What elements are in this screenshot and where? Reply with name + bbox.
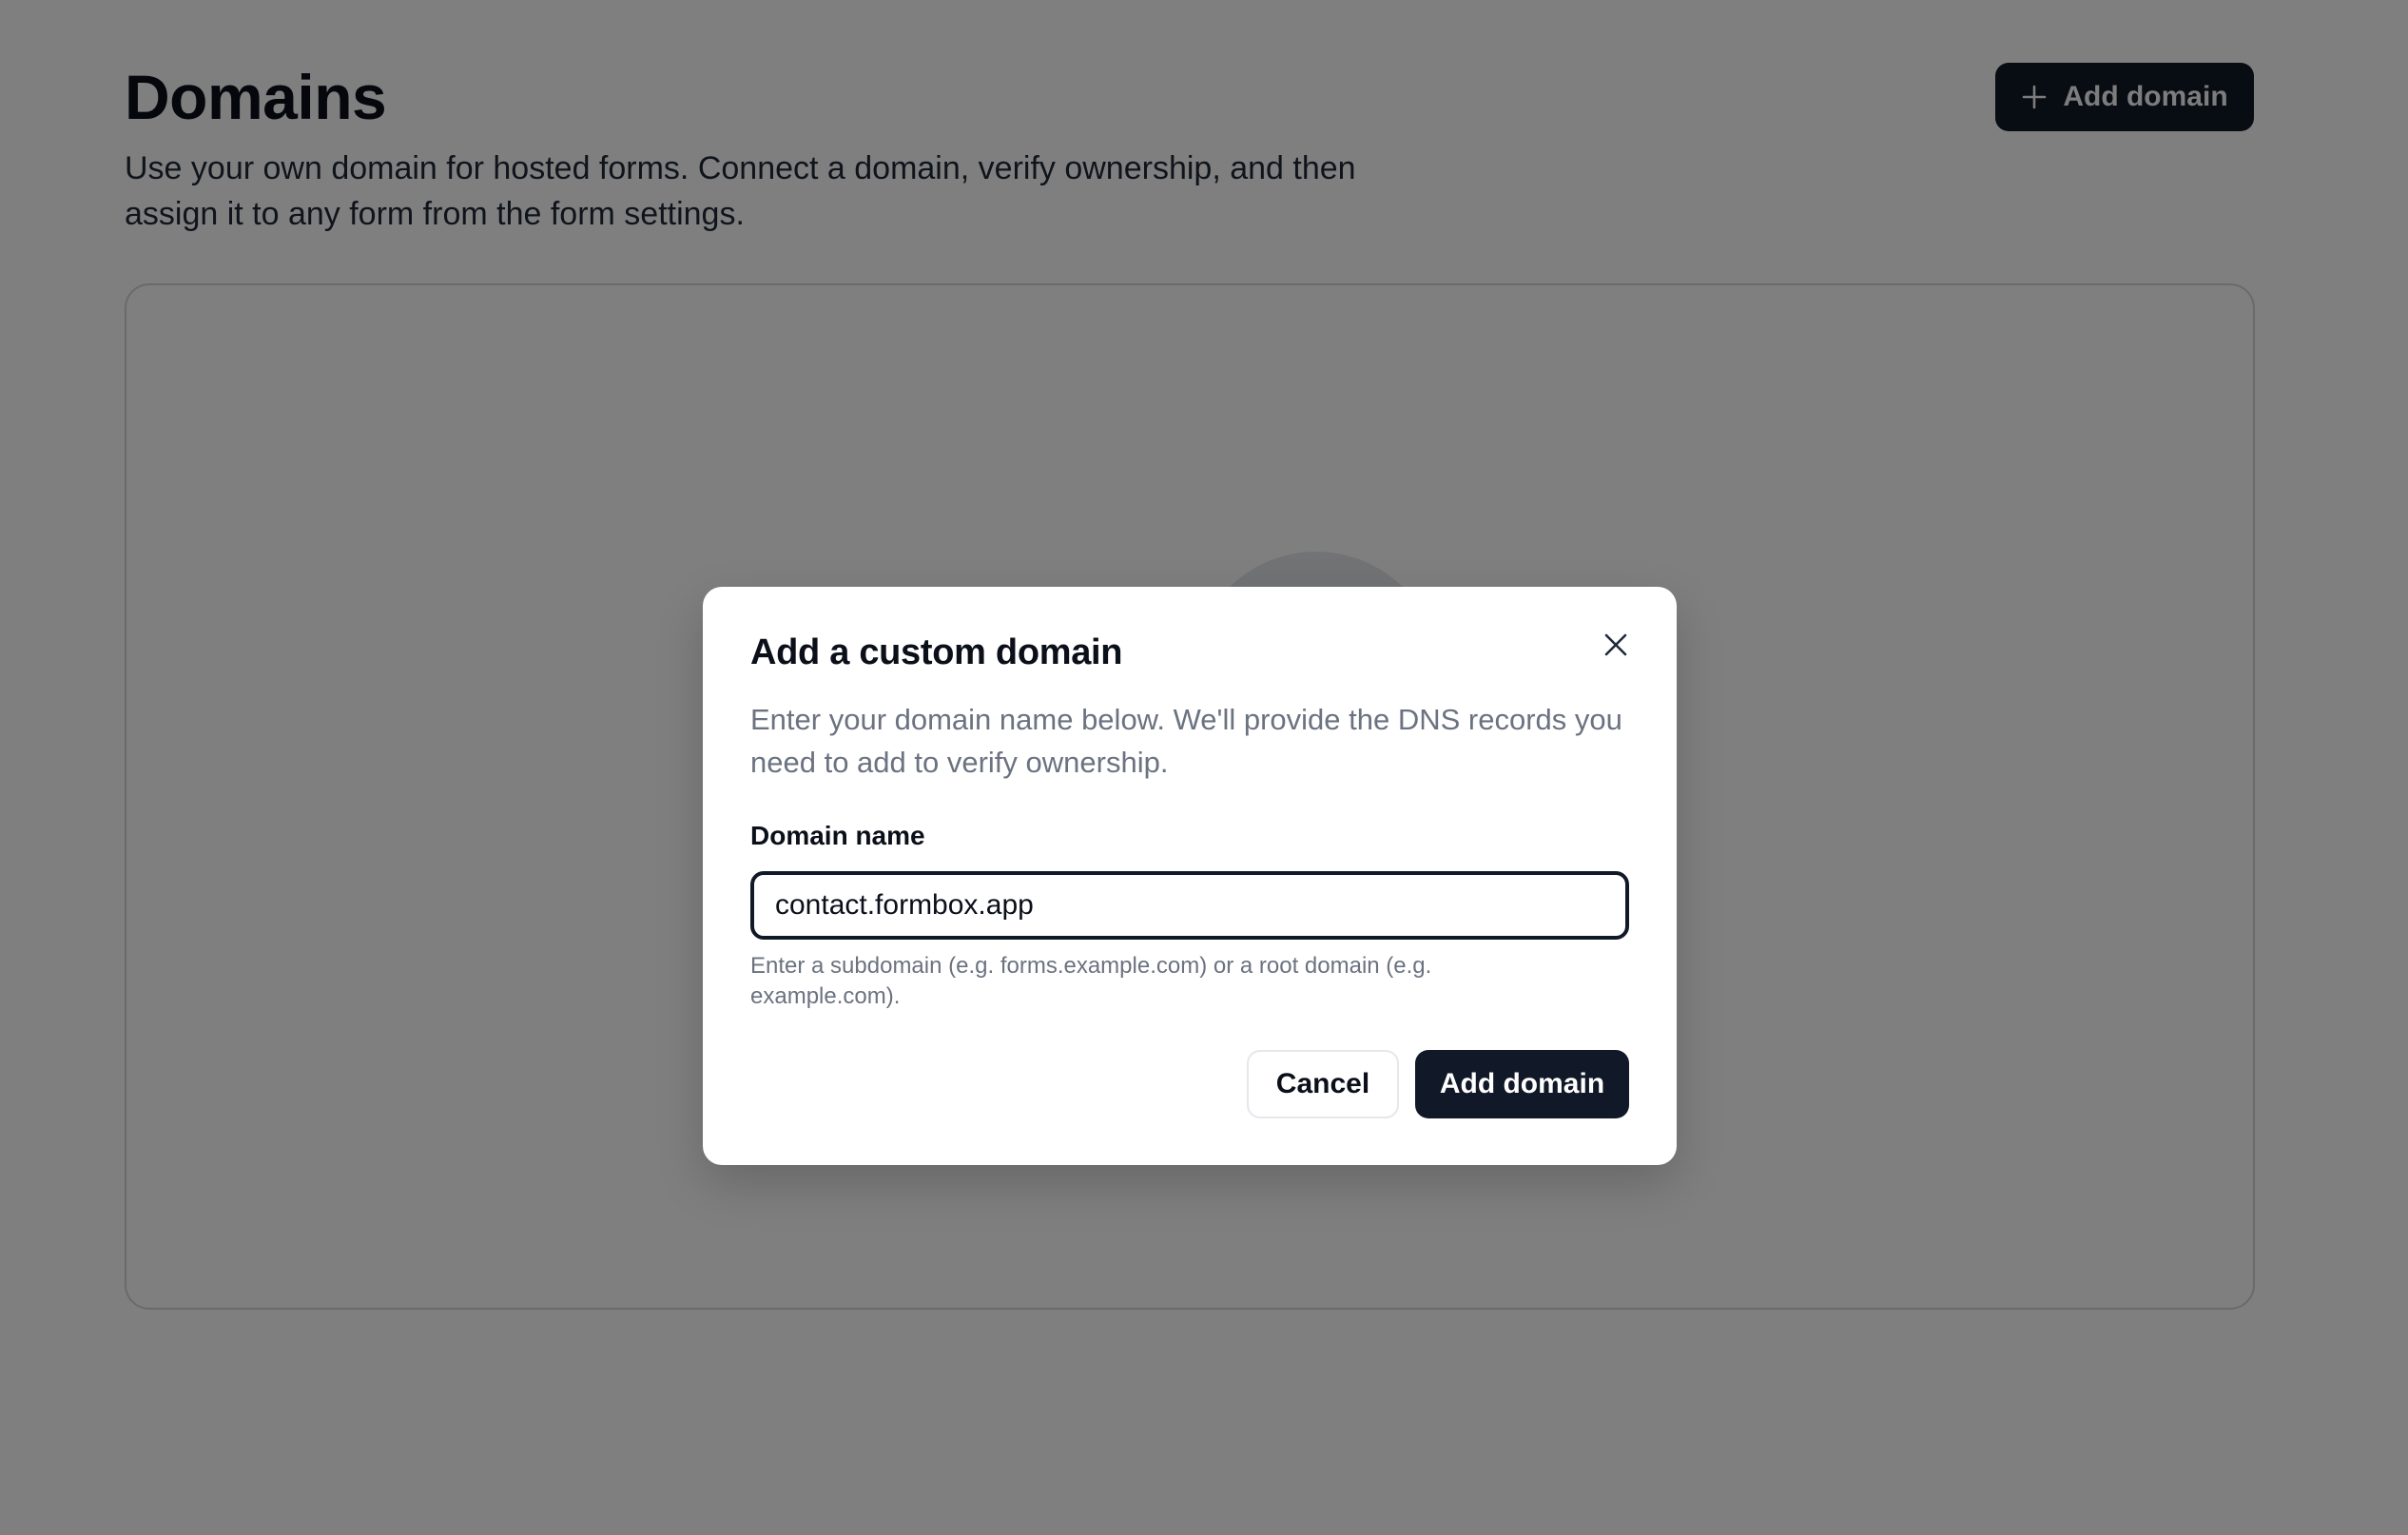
- add-domain-submit-button[interactable]: Add domain: [1415, 1050, 1629, 1118]
- dialog-description: Enter your domain name below. We'll prov…: [750, 703, 1622, 779]
- domain-helper-text: Enter a subdomain (e.g. forms.example.co…: [750, 953, 1432, 1009]
- add-domain-dialog: Add a custom domain Enter your domain na…: [703, 587, 1677, 1165]
- domain-name-label: Domain name: [750, 821, 925, 850]
- cancel-button[interactable]: Cancel: [1247, 1050, 1399, 1118]
- close-icon: [1603, 632, 1628, 660]
- close-dialog-button[interactable]: [1597, 627, 1635, 665]
- dialog-title: Add a custom domain: [750, 632, 1123, 672]
- domains-page: Domains Use your own domain for hosted f…: [0, 0, 2408, 1535]
- domain-name-input[interactable]: [750, 871, 1629, 940]
